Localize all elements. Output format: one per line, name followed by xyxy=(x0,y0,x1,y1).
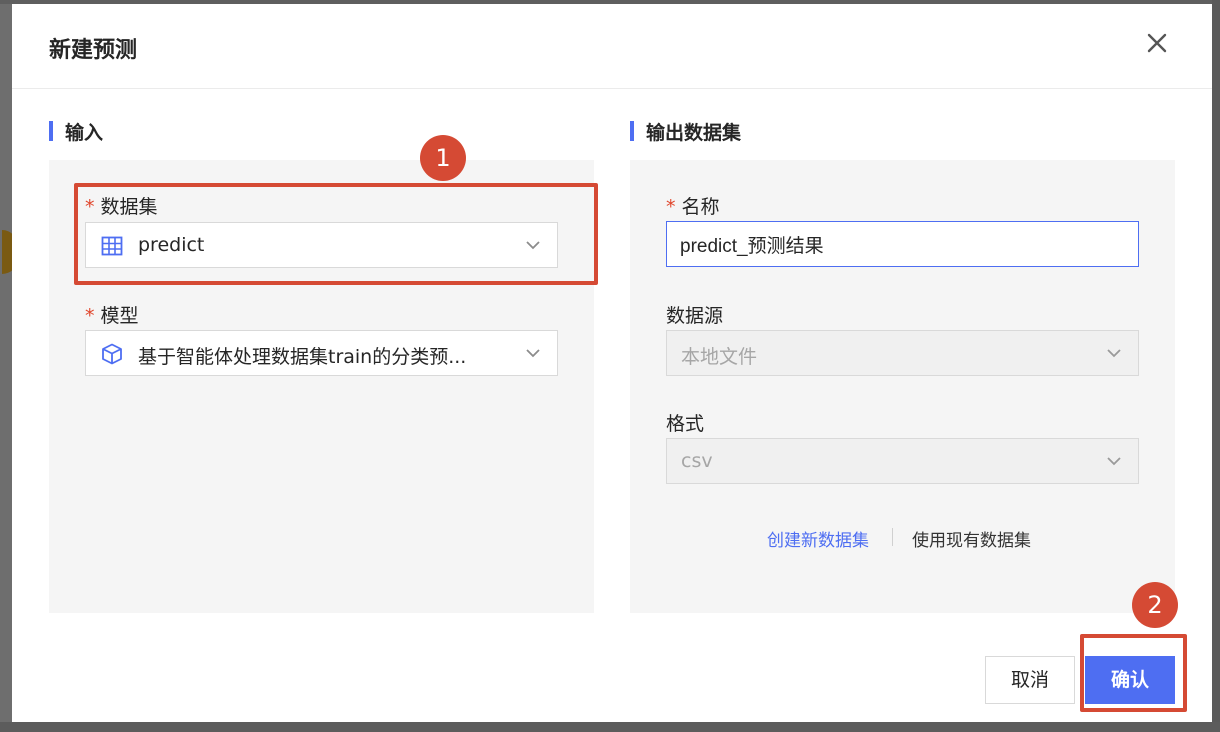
chevron-down-icon xyxy=(1107,349,1121,358)
format-select[interactable]: csv xyxy=(666,438,1139,484)
datasource-value: 本地文件 xyxy=(681,346,758,368)
create-new-dataset-link[interactable]: 创建新数据集 xyxy=(767,526,869,551)
close-button[interactable] xyxy=(1144,30,1170,56)
annotation-box-confirm xyxy=(1080,634,1187,712)
use-existing-dataset-link[interactable]: 使用现有数据集 xyxy=(912,526,1031,551)
name-input[interactable] xyxy=(666,221,1139,267)
name-label: * 名称 xyxy=(666,192,720,219)
datasource-label: 数据源 xyxy=(666,305,724,327)
backdrop-right xyxy=(1212,0,1220,732)
model-value: 基于智能体处理数据集train的分类预... xyxy=(138,346,467,368)
model-label: * 模型 xyxy=(85,301,139,328)
input-section-title: 输入 xyxy=(49,118,103,145)
dialog-title: 新建预测 xyxy=(49,38,138,63)
close-icon xyxy=(1147,33,1167,53)
required-mark: * xyxy=(85,305,95,327)
model-select[interactable]: 基于智能体处理数据集train的分类预... xyxy=(85,330,558,376)
annotation-badge-1: 1 xyxy=(420,135,466,181)
chevron-down-icon xyxy=(1107,457,1121,466)
cube-icon xyxy=(102,343,122,365)
backdrop-bottom xyxy=(0,722,1220,732)
model-label-text: 模型 xyxy=(100,305,139,327)
datasource-select[interactable]: 本地文件 xyxy=(666,330,1139,376)
new-prediction-dialog: 新建预测 输入 * 数据集 predict * 模型 基于智能体处理数据集train… xyxy=(12,4,1212,722)
annotation-box-dataset xyxy=(74,183,598,285)
format-label: 格式 xyxy=(666,413,705,435)
dialog-header: 新建预测 xyxy=(12,4,1212,89)
required-mark: * xyxy=(666,196,676,218)
output-section-title: 输出数据集 xyxy=(630,118,741,145)
chevron-down-icon xyxy=(526,349,540,358)
cancel-button[interactable]: 取消 xyxy=(985,656,1075,704)
link-divider xyxy=(892,528,893,546)
format-value: csv xyxy=(681,450,713,472)
annotation-badge-2: 2 xyxy=(1132,582,1178,628)
name-label-text: 名称 xyxy=(681,196,720,218)
